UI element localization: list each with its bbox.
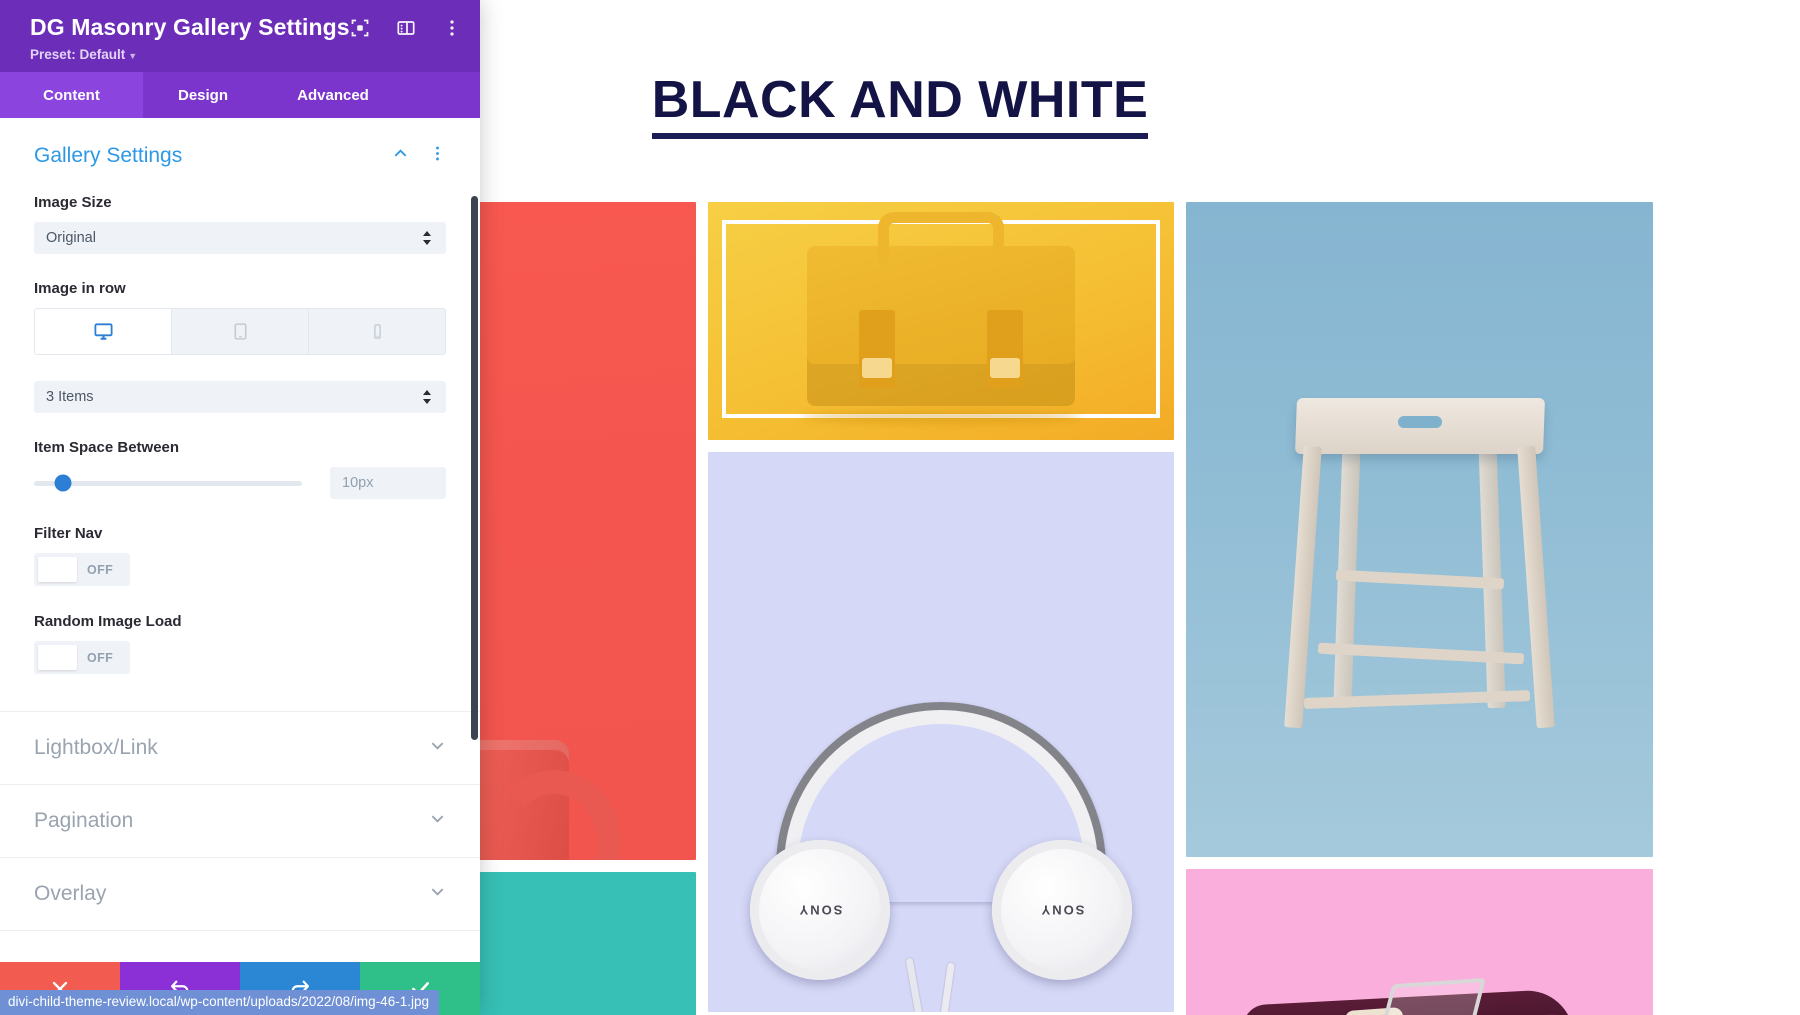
gallery-column-2: SONY SONY bbox=[707, 202, 1175, 1015]
chevron-down-icon: ▼ bbox=[128, 51, 138, 61]
tab-content[interactable]: Content bbox=[0, 72, 143, 118]
items-count-value: 3 Items bbox=[46, 389, 94, 405]
gallery-item-yellow-bag[interactable] bbox=[707, 202, 1175, 440]
filter-nav-label: Filter Nav bbox=[34, 525, 103, 542]
field-items-count: 3 Items bbox=[0, 381, 480, 413]
image-size-label: Image Size bbox=[34, 194, 112, 211]
bag-buckle-right bbox=[990, 358, 1021, 378]
filter-nav-state: OFF bbox=[87, 562, 114, 577]
chevron-down-icon bbox=[429, 883, 446, 905]
car-windshield bbox=[1378, 977, 1487, 1015]
item-space-input[interactable]: 10px bbox=[330, 467, 446, 499]
section-pagination[interactable]: Pagination bbox=[0, 785, 480, 858]
sort-arrows-icon bbox=[422, 230, 432, 246]
filter-nav-toggle[interactable]: OFF bbox=[34, 553, 131, 586]
slider-handle[interactable] bbox=[54, 474, 72, 492]
headphone-earcup-left: SONY bbox=[749, 840, 890, 980]
device-breakpoint-toggle bbox=[34, 308, 446, 355]
stool-leg-front-right bbox=[1517, 445, 1555, 729]
bag-shadow bbox=[801, 410, 1082, 424]
section-overlay[interactable]: Overlay bbox=[0, 858, 480, 931]
more-vertical-icon[interactable] bbox=[429, 145, 446, 167]
field-item-space-between: Item Space Between 10px bbox=[0, 439, 480, 499]
link-status-bar: divi-child-theme-review.local/wp-content… bbox=[0, 990, 439, 1015]
app-root: BLACK AND WHITE SONY SONY DG Masonry Gal… bbox=[0, 0, 1800, 1015]
toggle-knob bbox=[38, 645, 77, 670]
section-pagination-label: Pagination bbox=[34, 809, 134, 832]
gallery-item-wooden-stool[interactable] bbox=[1186, 202, 1653, 857]
panel-title: DG Masonry Gallery Settings bbox=[30, 14, 350, 40]
section-lightbox-link-label: Lightbox/Link bbox=[34, 736, 158, 759]
section-overlay-label: Overlay bbox=[34, 882, 107, 905]
sort-arrows-icon bbox=[422, 389, 432, 405]
layout-columns-icon[interactable] bbox=[396, 18, 416, 38]
item-space-between-label: Item Space Between bbox=[34, 439, 180, 456]
field-image-size: Image Size Original bbox=[0, 194, 480, 254]
headphone-brand-label: SONY bbox=[1040, 902, 1085, 918]
image-size-select[interactable]: Original bbox=[34, 222, 446, 254]
toggle-knob bbox=[38, 557, 77, 582]
gallery-column-3 bbox=[1186, 202, 1653, 1015]
headphone-cord-secondary bbox=[905, 957, 939, 1012]
random-image-load-label: Random Image Load bbox=[34, 613, 182, 630]
field-image-in-row: Image in row bbox=[0, 280, 480, 355]
chevron-up-icon[interactable] bbox=[392, 145, 409, 167]
more-vertical-icon[interactable] bbox=[442, 18, 462, 38]
section-title: Gallery Settings bbox=[34, 144, 183, 167]
random-image-load-state: OFF bbox=[87, 650, 114, 665]
image-in-row-label: Image in row bbox=[34, 280, 126, 297]
panel-body: Gallery Settings Image Size Original Ima… bbox=[0, 118, 480, 1015]
focus-target-icon[interactable] bbox=[350, 18, 370, 38]
collapsed-sections: Lightbox/Link Pagination Overlay bbox=[0, 711, 480, 931]
tablet-icon bbox=[231, 322, 250, 341]
image-size-value: Original bbox=[46, 230, 96, 246]
headphone-cord bbox=[927, 962, 956, 1012]
item-space-slider[interactable] bbox=[34, 474, 302, 492]
page-title: BLACK AND WHITE bbox=[651, 72, 1149, 140]
phone-icon bbox=[369, 323, 386, 340]
device-tablet-button[interactable] bbox=[172, 309, 309, 354]
status-url: divi-child-theme-review.local/wp-content… bbox=[8, 994, 429, 1009]
gallery-item-toy-car[interactable] bbox=[1186, 869, 1653, 1015]
field-filter-nav: Filter Nav OFF bbox=[0, 525, 480, 587]
headphone-brand-label: SONY bbox=[797, 902, 843, 918]
device-phone-button[interactable] bbox=[309, 309, 445, 354]
module-settings-panel: DG Masonry Gallery Settings Preset: Defa… bbox=[0, 0, 480, 1015]
chevron-down-icon bbox=[429, 810, 446, 832]
random-image-load-toggle[interactable]: OFF bbox=[34, 641, 131, 674]
stool-seat-slot bbox=[1397, 416, 1442, 428]
device-desktop-button[interactable] bbox=[35, 309, 172, 354]
bag-shape bbox=[807, 246, 1076, 406]
panel-scrollbar[interactable] bbox=[471, 196, 478, 740]
field-random-image-load: Random Image Load OFF bbox=[0, 613, 480, 675]
items-count-select[interactable]: 3 Items bbox=[34, 381, 446, 413]
tab-advanced[interactable]: Advanced bbox=[263, 72, 403, 118]
preset-label: Preset: Default bbox=[30, 47, 126, 62]
panel-header-icons bbox=[350, 18, 464, 38]
stool-leg-front-left bbox=[1284, 445, 1323, 729]
bag-buckle-left bbox=[862, 358, 893, 378]
headphone-earcup-right: SONY bbox=[992, 840, 1133, 980]
gallery-item-headphones[interactable]: SONY SONY bbox=[707, 452, 1175, 1012]
stool-rung-1 bbox=[1336, 569, 1505, 590]
chevron-down-icon bbox=[429, 737, 446, 759]
panel-header: DG Masonry Gallery Settings Preset: Defa… bbox=[0, 0, 480, 72]
stool-leg-back-right bbox=[1478, 439, 1506, 709]
section-lightbox-link[interactable]: Lightbox/Link bbox=[0, 712, 480, 785]
preset-selector[interactable]: Preset: Default ▼ bbox=[30, 47, 454, 62]
panel-tabs: Content Design Advanced bbox=[0, 72, 480, 118]
gallery-settings-section-header: Gallery Settings bbox=[0, 118, 480, 168]
item-space-value: 10px bbox=[342, 475, 374, 491]
desktop-icon bbox=[93, 321, 114, 342]
tab-design[interactable]: Design bbox=[143, 72, 263, 118]
